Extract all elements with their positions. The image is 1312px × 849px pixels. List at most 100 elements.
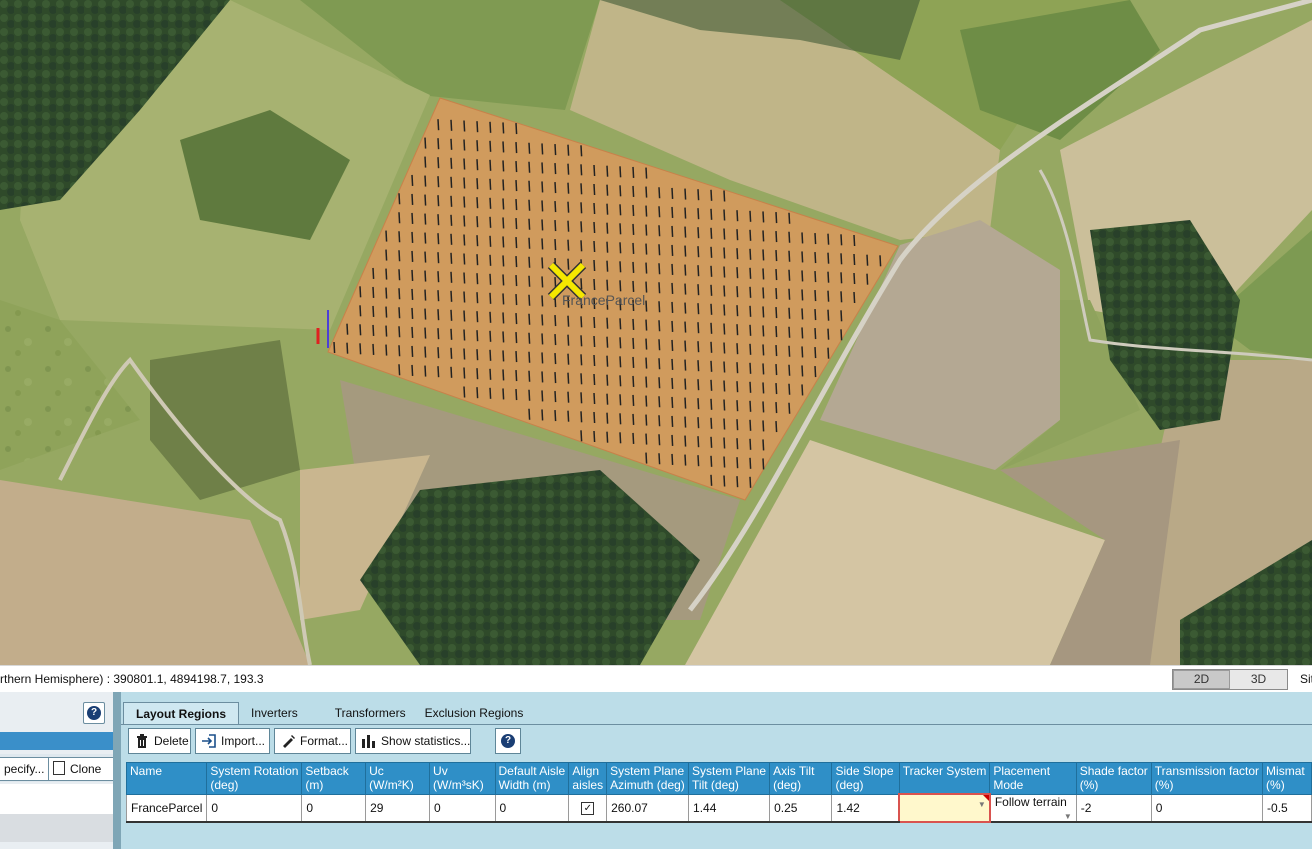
tracker-system-dropdown[interactable]: ▼ [898,793,991,823]
panel-row [580,145,583,157]
delete-button[interactable]: Delete [128,728,191,754]
panel-splitter[interactable] [113,692,121,849]
panel-row [437,157,440,169]
panel-row [450,252,453,264]
panel-row [502,179,505,191]
column-header-line1: System Plane [610,764,685,778]
cell-uv[interactable]: 0 [429,793,496,823]
help-button[interactable]: ? [83,702,105,724]
show-statistics-button[interactable]: Show statistics... [355,728,471,754]
cell-axis-tilt[interactable]: 0.25 [769,793,833,823]
column-header[interactable]: Tracker System [898,762,991,795]
tab-inverters[interactable]: Inverters [239,702,330,724]
panel-row [762,363,765,375]
panel-row [606,279,609,291]
panel-row [424,175,427,187]
specify-button[interactable]: pecify... [0,757,51,781]
tab-transformers[interactable]: Transformers [330,702,418,724]
panel-row [450,214,453,226]
panel-row [476,254,479,266]
column-header[interactable]: Name [125,762,208,795]
left-list[interactable] [0,784,113,814]
tab-exclusion-regions[interactable]: Exclusion Regions [418,702,536,724]
column-header-line1: Side Slope [835,764,894,778]
cell-azimuth[interactable]: 260.07 [606,793,690,823]
panel-row [411,364,414,376]
cell-side-slope[interactable]: 1.42 [831,793,900,823]
column-header[interactable]: System Plane Azimuth (deg) [606,762,690,795]
panel-row [775,231,778,243]
panel-row [684,321,687,333]
column-header[interactable]: Axis Tilt (deg) [769,762,833,795]
panel-row [398,212,401,224]
panel-row [697,189,700,201]
cell-mismatch[interactable]: -0.5 [1262,793,1312,823]
column-header[interactable]: Setback (m) [301,762,367,795]
panel-row [658,225,661,237]
tab-layout-regions[interactable]: Layout Regions [123,702,240,724]
cell-name[interactable]: FranceParcel [125,793,208,823]
panel-row [658,396,661,408]
column-header[interactable]: System Rotation (deg) [206,762,303,795]
help-button[interactable]: ? [495,728,521,754]
cell-transmission-factor[interactable]: 0 [1150,793,1264,823]
panel-row [463,215,466,227]
cell-uc[interactable]: 29 [365,793,431,823]
cell-setback[interactable]: 0 [301,793,367,823]
panel-row [723,247,726,259]
panel-row [736,305,739,317]
placement-mode-dropdown[interactable]: Follow terrain ▼ [989,793,1077,823]
column-header[interactable]: System Plane Tilt (deg) [688,762,771,795]
panel-row [476,273,479,285]
format-button[interactable]: Format... [274,728,351,754]
clone-button[interactable]: Clone [48,757,116,781]
panel-row [619,185,622,197]
panel-row [736,400,739,412]
column-header[interactable]: Transmission factor (%) [1150,762,1264,795]
left-panel: ? pecify... Clone [0,692,116,849]
panel-row [463,253,466,265]
cell-plane-tilt[interactable]: 1.44 [688,793,771,823]
tab-divider [121,724,1312,725]
cell-aisle-width[interactable]: 0 [494,793,570,823]
panel-row [346,323,349,335]
view-2d-button[interactable]: 2D [1173,670,1230,689]
column-header[interactable]: Default Aisle Width (m) [494,762,570,795]
align-aisles-checkbox[interactable]: ✓ [581,802,595,815]
panel-row [788,345,791,357]
panel-row [580,202,583,214]
panel-row [749,419,752,431]
panel-row [736,229,739,241]
panel-row [723,361,726,373]
cell-shade-factor[interactable]: -2 [1075,793,1152,823]
column-header[interactable]: Mismat (%) [1262,762,1312,795]
column-header[interactable]: Placement Mode [989,762,1077,795]
panel-row [736,362,739,374]
panel-row [528,142,531,154]
column-header[interactable]: Uc (W/m²K) [365,762,431,795]
panel-row [424,194,427,206]
panel-row [658,263,661,275]
cell-align-aisles[interactable]: ✓ [568,793,608,823]
panel-row [736,267,739,279]
column-header[interactable]: Align aisles [568,762,608,795]
panel-row [710,189,713,201]
table-row[interactable]: FranceParcel 0 0 29 0 0 ✓ 260.07 1.44 0.… [125,793,1312,823]
panel-row [788,231,791,243]
map-canvas[interactable] [0,0,1312,665]
panel-row [658,320,661,332]
column-header[interactable]: Shade factor (%) [1075,762,1152,795]
column-header[interactable]: Side Slope (deg) [831,762,900,795]
satellite-map[interactable]: FranceParcel [0,0,1312,665]
panel-row [684,188,687,200]
column-header[interactable]: Uv (W/m³sK) [429,762,496,795]
view-toggle[interactable]: 2D 3D [1172,669,1288,690]
panel-row [450,233,453,245]
import-button[interactable]: Import... [195,728,270,754]
panel-row [671,244,674,256]
panel-row [645,319,648,331]
panel-row [333,341,336,354]
view-3d-button[interactable]: 3D [1230,670,1287,689]
panel-row [736,286,739,298]
cell-system-rotation[interactable]: 0 [206,793,303,823]
